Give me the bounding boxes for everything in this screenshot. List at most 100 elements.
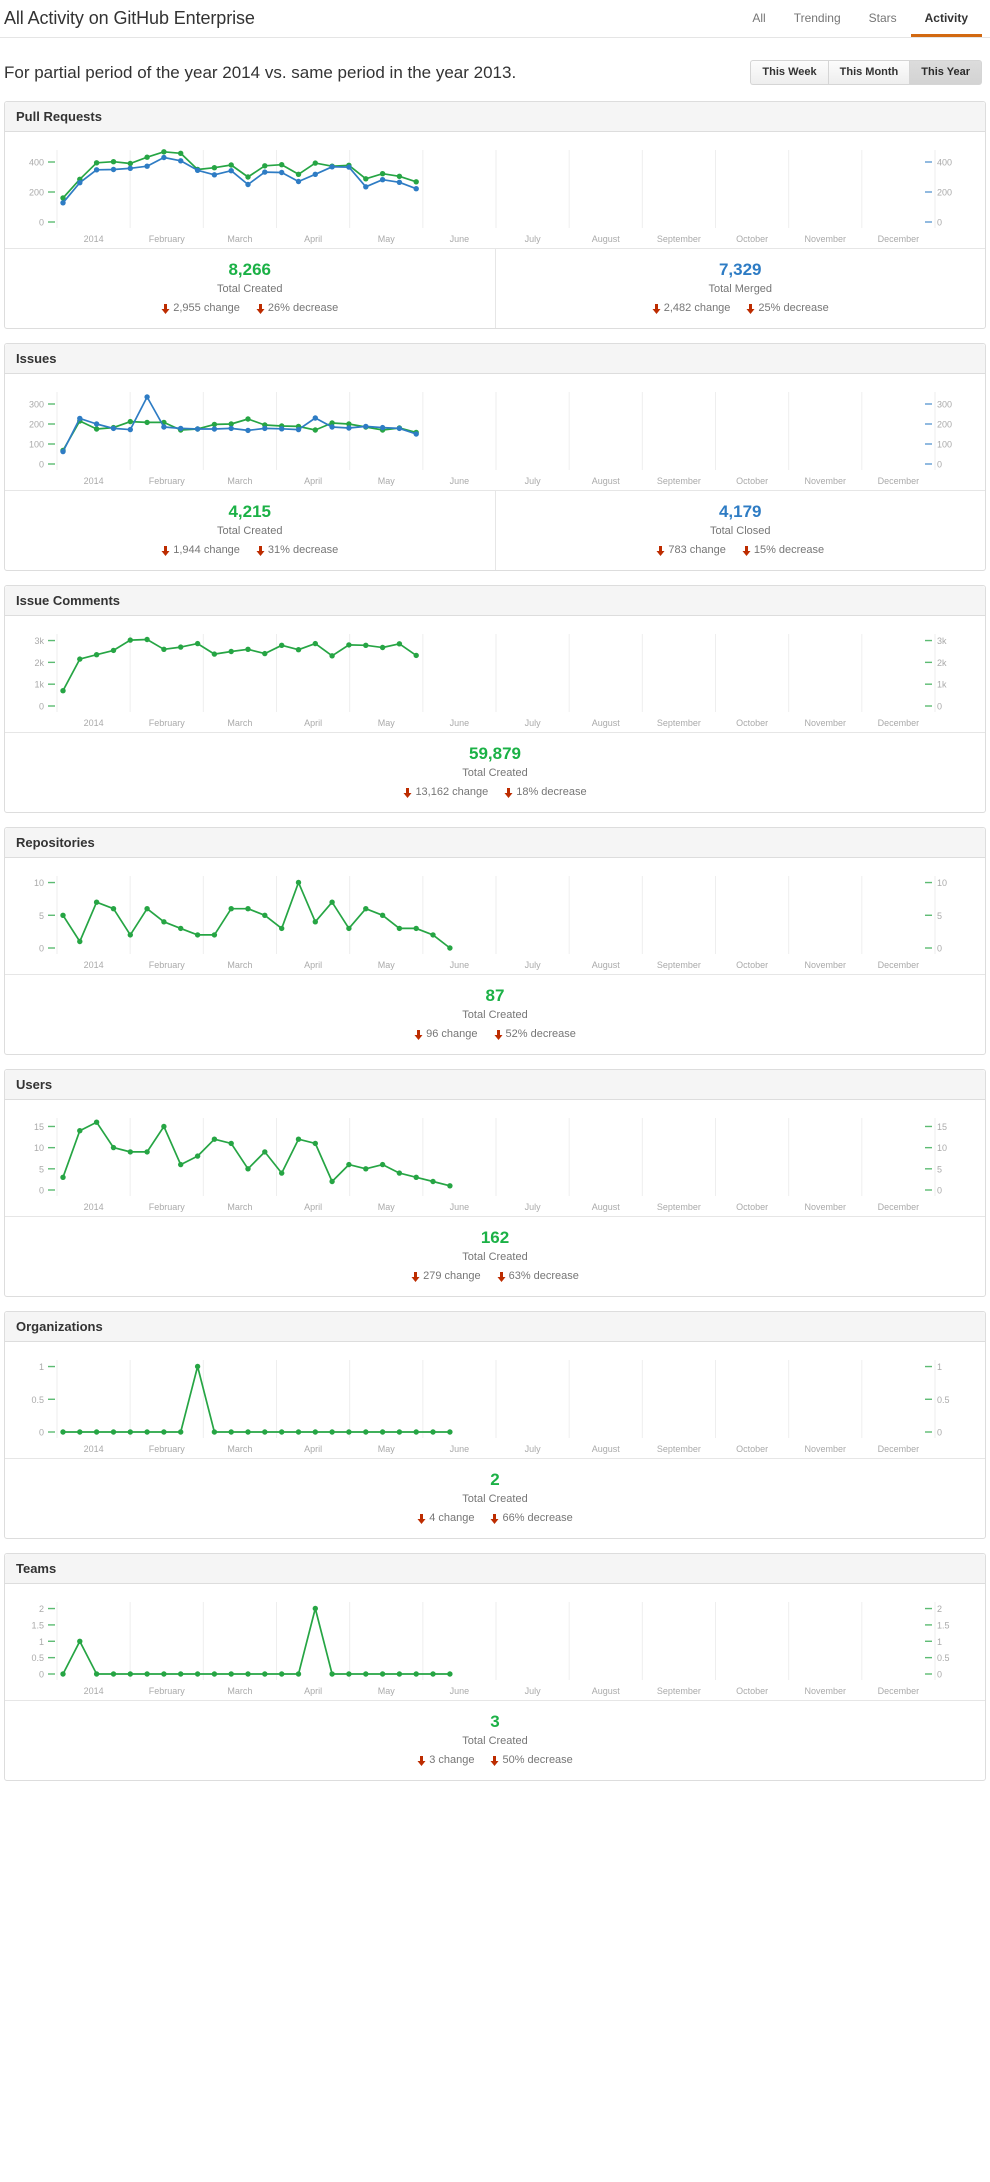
svg-text:0: 0 bbox=[937, 1670, 942, 1680]
stat-change-text: 13,162 change bbox=[415, 786, 489, 798]
stat-label: Total Closed bbox=[709, 525, 771, 537]
svg-text:2: 2 bbox=[937, 1604, 942, 1614]
svg-text:100: 100 bbox=[937, 440, 952, 450]
panel-stats: 59,879 Total Created 13,162 change 18% decr… bbox=[5, 733, 985, 812]
stat-change-text: 279 change bbox=[423, 1270, 481, 1282]
svg-text:1k: 1k bbox=[34, 680, 44, 690]
arrow-down-icon bbox=[161, 304, 170, 314]
svg-text:200: 200 bbox=[937, 188, 952, 198]
svg-text:February: February bbox=[149, 718, 186, 728]
svg-text:3k: 3k bbox=[937, 636, 947, 646]
svg-text:July: July bbox=[525, 1444, 542, 1454]
arrow-down-icon bbox=[256, 304, 265, 314]
panel-title: Users bbox=[5, 1070, 985, 1100]
range-button-this-month[interactable]: This Month bbox=[827, 60, 910, 85]
svg-text:August: August bbox=[592, 476, 621, 486]
stat-change-text: 3 change bbox=[429, 1754, 475, 1766]
svg-text:August: August bbox=[592, 1686, 621, 1696]
stat-change-text: 2,482 change bbox=[663, 302, 731, 314]
svg-text:200: 200 bbox=[29, 420, 44, 430]
stat-block: 7,329 Total Merged 2,482 change 25% decreas… bbox=[494, 249, 986, 328]
svg-text:July: July bbox=[525, 476, 542, 486]
stat-block: 3 Total Created 3 change 50% decrease bbox=[5, 1701, 985, 1780]
stat-block: 4,179 Total Closed 783 change 15% decrease bbox=[494, 491, 986, 570]
stat-change-text: 18% decrease bbox=[516, 786, 587, 798]
stat-value: 4,179 bbox=[718, 502, 762, 521]
stat-change-item: 783 change bbox=[656, 543, 726, 557]
tab-activity[interactable]: Activity bbox=[910, 0, 982, 37]
svg-text:2k: 2k bbox=[34, 658, 44, 668]
page-title: All Activity on GitHub Enterprise bbox=[4, 8, 255, 28]
svg-text:December: December bbox=[878, 1202, 920, 1212]
stat-block: 4,215 Total Created 1,944 change 31% decrea… bbox=[5, 491, 495, 570]
svg-text:15: 15 bbox=[937, 1122, 947, 1132]
svg-text:0: 0 bbox=[39, 460, 44, 470]
stat-changes: 4 change 66% decrease bbox=[5, 1511, 985, 1525]
stat-change-text: 50% decrease bbox=[502, 1754, 573, 1766]
chart-plot: 0 1k 2k 3k 0 1k 2k 3k 2014 February March April May J… bbox=[5, 624, 985, 732]
tab-trending[interactable]: Trending bbox=[780, 0, 855, 37]
panel-stats: 4,215 Total Created 1,944 change 31% decrea… bbox=[5, 491, 985, 570]
tab-stars[interactable]: Stars bbox=[855, 0, 911, 37]
svg-text:September: September bbox=[657, 476, 701, 486]
tab-all[interactable]: All bbox=[738, 0, 779, 37]
svg-text:March: March bbox=[227, 1202, 252, 1212]
svg-text:September: September bbox=[657, 960, 701, 970]
svg-text:April: April bbox=[304, 718, 322, 728]
svg-text:10: 10 bbox=[34, 1143, 44, 1153]
svg-text:10: 10 bbox=[34, 878, 44, 888]
range-button-this-year[interactable]: This Year bbox=[909, 60, 982, 85]
svg-text:August: August bbox=[592, 1444, 621, 1454]
svg-text:0.5: 0.5 bbox=[31, 1653, 44, 1663]
svg-text:February: February bbox=[149, 1202, 186, 1212]
stat-value: 7,329 bbox=[718, 260, 762, 279]
svg-text:November: November bbox=[804, 234, 846, 244]
svg-text:November: November bbox=[804, 1444, 846, 1454]
svg-text:August: August bbox=[592, 718, 621, 728]
svg-text:September: September bbox=[657, 1686, 701, 1696]
svg-text:February: February bbox=[149, 1686, 186, 1696]
svg-text:November: November bbox=[804, 718, 846, 728]
svg-text:December: December bbox=[878, 234, 920, 244]
panel-title: Issue Comments bbox=[5, 586, 985, 616]
range-button-this-week[interactable]: This Week bbox=[750, 60, 828, 85]
stat-change-text: 4 change bbox=[429, 1512, 475, 1524]
svg-text:June: June bbox=[450, 234, 470, 244]
svg-text:1: 1 bbox=[39, 1637, 44, 1647]
panel-title: Issues bbox=[5, 344, 985, 374]
svg-text:10: 10 bbox=[937, 878, 947, 888]
stat-value: 87 bbox=[485, 986, 505, 1005]
svg-text:May: May bbox=[378, 1686, 396, 1696]
svg-text:0.5: 0.5 bbox=[937, 1653, 950, 1663]
stat-change-text: 66% decrease bbox=[502, 1512, 573, 1524]
stat-value: 8,266 bbox=[228, 260, 272, 279]
stat-change-item: 63% decrease bbox=[497, 1269, 579, 1283]
stat-change-item: 50% decrease bbox=[490, 1753, 573, 1767]
svg-text:December: December bbox=[878, 1686, 920, 1696]
svg-text:March: March bbox=[227, 718, 252, 728]
stat-block: 59,879 Total Created 13,162 change 18% decr… bbox=[5, 733, 985, 812]
chart-svg: 0 1k 2k 3k 0 1k 2k 3k 2014 February March April May J… bbox=[34, 634, 947, 728]
svg-text:0: 0 bbox=[937, 1428, 942, 1438]
stat-change-text: 25% decrease bbox=[758, 302, 829, 314]
stat-change-item: 66% decrease bbox=[490, 1511, 573, 1525]
panel-title: Pull Requests bbox=[5, 102, 985, 132]
svg-text:June: June bbox=[450, 718, 470, 728]
panel-users: Users 0 5 10 15 0 5 10 15 2014 February March April M… bbox=[4, 1069, 986, 1297]
chart-plot: 0 5 10 0 5 10 2014 February March April May June Jul… bbox=[5, 866, 985, 974]
stat-change-text: 26% decrease bbox=[267, 302, 339, 314]
svg-text:April: April bbox=[304, 1444, 322, 1454]
stat-change-item: 4 change bbox=[417, 1511, 474, 1525]
svg-text:May: May bbox=[378, 1202, 396, 1212]
arrow-down-icon bbox=[742, 546, 751, 556]
svg-text:July: July bbox=[525, 234, 542, 244]
svg-text:0: 0 bbox=[937, 944, 942, 954]
svg-text:April: April bbox=[304, 476, 322, 486]
svg-text:February: February bbox=[149, 476, 186, 486]
stat-change-text: 783 change bbox=[668, 544, 726, 556]
svg-text:September: September bbox=[657, 1444, 701, 1454]
panel-chart-area: 0 0.5 1 0 0.5 1 2014 February March April May June J… bbox=[5, 1342, 985, 1459]
stat-changes: 1,944 change 31% decrease bbox=[5, 543, 495, 557]
svg-text:2014: 2014 bbox=[84, 1686, 104, 1696]
stat-change-item: 96 change bbox=[414, 1027, 478, 1041]
